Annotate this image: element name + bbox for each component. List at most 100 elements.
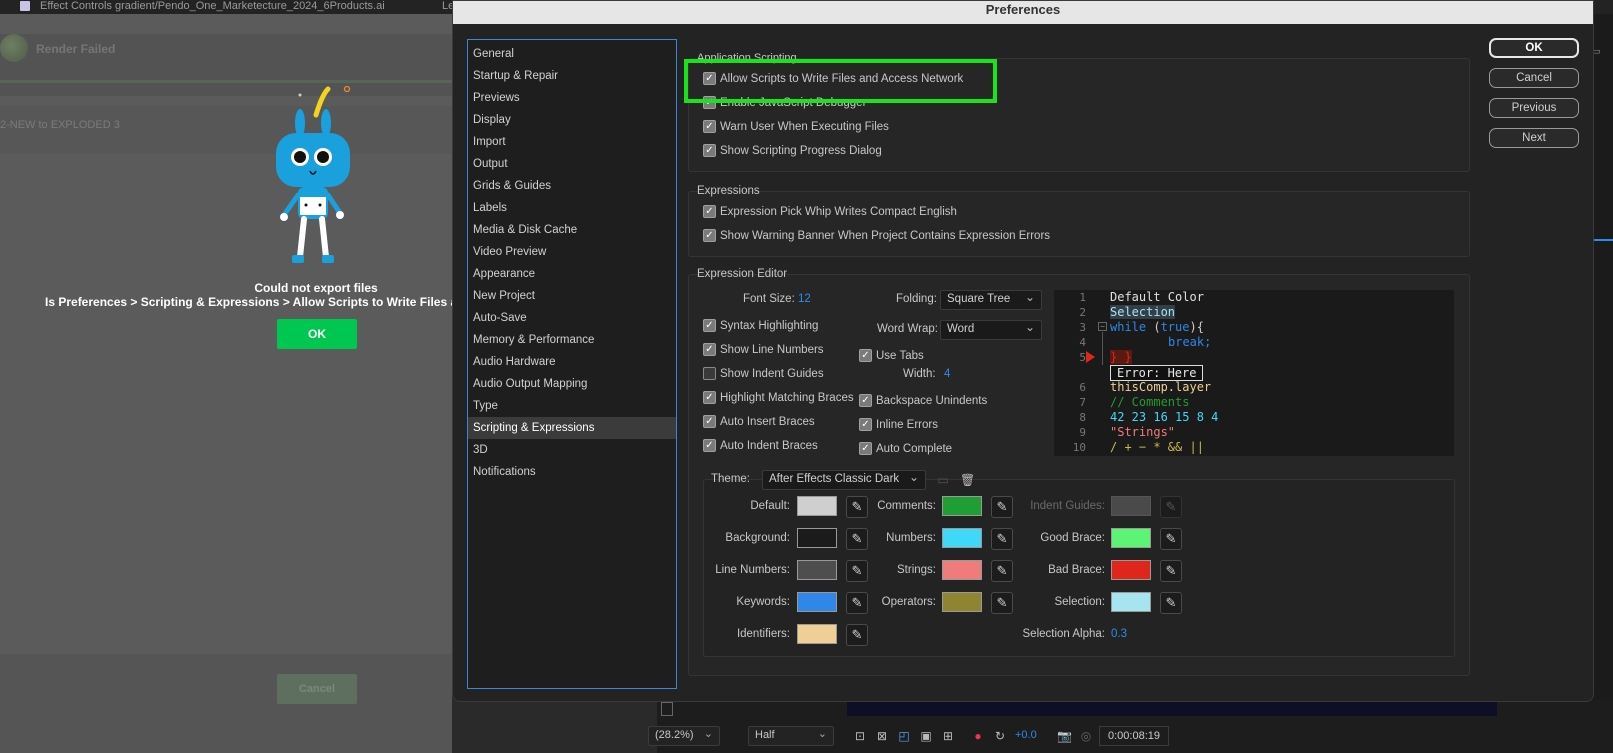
auto-complete-checkbox[interactable]: ✓ Auto Complete <box>859 442 952 455</box>
eyedropper-icon[interactable]: ✎ <box>846 528 868 550</box>
eyedropper-icon[interactable]: ✎ <box>846 624 868 646</box>
warning-banner-checkbox[interactable]: ✓ Show Warning Banner When Project Contai… <box>703 229 1050 242</box>
nav-item-general[interactable]: General <box>468 43 676 65</box>
show-indent-guides-checkbox[interactable]: Show Indent Guides <box>703 367 824 380</box>
backspace-unindents-checkbox[interactable]: ✓ Backspace Unindents <box>859 394 987 407</box>
nav-item-video-preview[interactable]: Video Preview <box>468 241 676 263</box>
eyedropper-icon[interactable]: ✎ <box>1160 560 1182 582</box>
warn-user-checkbox[interactable]: ✓ Warn User When Executing Files <box>703 120 889 133</box>
expression-preview: 1 2 3 4 5 6 7 8 9 10 − Default Color Sel… <box>1054 290 1454 456</box>
show-snapshot-icon[interactable]: ◎ <box>1079 729 1093 743</box>
nav-item-notifications[interactable]: Notifications <box>468 461 676 483</box>
eyedropper-icon[interactable]: ✎ <box>991 528 1013 550</box>
nav-item-output[interactable]: Output <box>468 153 676 175</box>
eyedropper-icon[interactable]: ✎ <box>846 496 868 518</box>
grid-guides-icon[interactable]: ⊞ <box>941 729 955 743</box>
nav-item-3d[interactable]: 3D <box>468 439 676 461</box>
eyedropper-icon[interactable]: ✎ <box>846 592 868 614</box>
nav-item-startup-repair[interactable]: Startup & Repair <box>468 65 676 87</box>
nav-item-new-project[interactable]: New Project <box>468 285 676 307</box>
eyedropper-icon[interactable]: ✎ <box>1160 528 1182 550</box>
expressions-group <box>688 191 1470 257</box>
export-ok-button[interactable]: OK <box>277 319 357 349</box>
folding-dropdown[interactable]: Square Tree <box>940 290 1042 310</box>
good-brace-color-label: Good Brace: <box>1040 532 1105 544</box>
nav-item-labels[interactable]: Labels <box>468 197 676 219</box>
strings-color-swatch[interactable] <box>942 560 982 580</box>
eyedropper-icon[interactable]: ✎ <box>1160 592 1182 614</box>
eyedropper-icon[interactable]: ✎ <box>846 560 868 582</box>
region-of-interest-icon[interactable]: ▣ <box>919 729 933 743</box>
auto-insert-braces-checkbox[interactable]: ✓ Auto Insert Braces <box>703 415 815 428</box>
eyedropper-icon[interactable]: ✎ <box>991 560 1013 582</box>
cancel-export-button[interactable]: Cancel <box>277 674 357 704</box>
word-wrap-label: Word Wrap: <box>877 323 938 335</box>
nav-item-type[interactable]: Type <box>468 395 676 417</box>
bad-brace-color-swatch[interactable] <box>1111 560 1151 580</box>
keywords-color-swatch[interactable] <box>797 592 837 612</box>
nav-item-previews[interactable]: Previews <box>468 87 676 109</box>
indent-guides-color-label: Indent Guides: <box>1030 500 1105 512</box>
operators-color-swatch[interactable] <box>942 592 982 612</box>
previous-button[interactable]: Previous <box>1489 98 1579 118</box>
timecode-display[interactable]: 0:00:08:19 <box>1099 726 1169 746</box>
selection-alpha-value[interactable]: 0.3 <box>1111 628 1127 640</box>
use-tabs-checkbox[interactable]: ✓ Use Tabs <box>859 349 924 362</box>
nav-item-appearance[interactable]: Appearance <box>468 263 676 285</box>
identifiers-color-swatch[interactable] <box>797 624 837 644</box>
save-theme-icon[interactable]: ▭ <box>936 473 950 487</box>
nav-item-display[interactable]: Display <box>468 109 676 131</box>
viewer-corner-icon <box>661 702 673 716</box>
checkmark-icon: ✓ <box>703 343 716 356</box>
inline-errors-checkbox[interactable]: ✓ Inline Errors <box>859 418 938 431</box>
default-color-swatch[interactable] <box>797 496 837 516</box>
snapshot-icon[interactable]: 📷 <box>1057 729 1072 743</box>
resolution-dropdown[interactable]: Half <box>748 726 834 746</box>
selection-color-swatch[interactable] <box>1111 592 1151 612</box>
nav-item-memory-performance[interactable]: Memory & Performance <box>468 329 676 351</box>
progress-line <box>0 80 452 83</box>
channel-icon[interactable]: ● <box>971 729 985 743</box>
line-numbers-color-swatch[interactable] <box>797 560 837 580</box>
enable-debugger-checkbox[interactable]: ✓ Enable JavaScript Debugger <box>703 96 866 109</box>
width-value[interactable]: 4 <box>944 368 950 380</box>
word-wrap-dropdown[interactable]: Word <box>940 320 1042 340</box>
checkmark-icon: ✓ <box>703 120 716 133</box>
font-size-value[interactable]: 12 <box>798 293 811 305</box>
eyedropper-icon[interactable]: ✎ <box>991 496 1013 518</box>
bad-brace-color-label: Bad Brace: <box>1048 564 1105 576</box>
fold-toggle-icon[interactable]: − <box>1098 322 1107 331</box>
show-line-numbers-checkbox[interactable]: ✓ Show Line Numbers <box>703 343 824 356</box>
nav-item-scripting-expressions[interactable]: Scripting & Expressions <box>468 417 676 439</box>
auto-indent-braces-checkbox[interactable]: ✓ Auto Indent Braces <box>703 439 818 452</box>
transparency-grid-icon[interactable]: ⊠ <box>875 729 889 743</box>
nav-item-auto-save[interactable]: Auto-Save <box>468 307 676 329</box>
allow-scripts-checkbox[interactable]: ✓ Allow Scripts to Write Files and Access… <box>703 72 963 85</box>
numbers-color-swatch[interactable] <box>942 528 982 548</box>
good-brace-color-swatch[interactable] <box>1111 528 1151 548</box>
nav-item-audio-output-mapping[interactable]: Audio Output Mapping <box>468 373 676 395</box>
trash-icon[interactable]: 🗑 <box>960 473 975 487</box>
mask-visibility-icon[interactable]: ◰ <box>897 729 911 743</box>
zoom-dropdown[interactable]: (28.2%) <box>648 726 720 746</box>
selection-color-label: Selection: <box>1054 596 1105 608</box>
ok-button[interactable]: OK <box>1489 38 1579 58</box>
show-progress-checkbox[interactable]: ✓ Show Scripting Progress Dialog <box>703 144 882 157</box>
cancel-button[interactable]: Cancel <box>1489 68 1579 88</box>
fast-preview-icon[interactable]: ⊡ <box>853 729 867 743</box>
next-button[interactable]: Next <box>1489 128 1579 148</box>
comments-color-swatch[interactable] <box>942 496 982 516</box>
exposure-value[interactable]: +0.0 <box>1015 729 1037 741</box>
pick-whip-checkbox[interactable]: ✓ Expression Pick Whip Writes Compact Eng… <box>703 205 957 218</box>
theme-dropdown[interactable]: After Effects Classic Dark <box>762 470 926 490</box>
nav-item-grids-guides[interactable]: Grids & Guides <box>468 175 676 197</box>
nav-item-import[interactable]: Import <box>468 131 676 153</box>
background-color-swatch[interactable] <box>797 528 837 548</box>
eyedropper-icon[interactable]: ✎ <box>991 592 1013 614</box>
reset-exposure-icon[interactable]: ↻ <box>993 729 1007 743</box>
selection-alpha-label: Selection Alpha: <box>1022 628 1105 640</box>
highlight-matching-braces-checkbox[interactable]: ✓ Highlight Matching Braces <box>703 391 854 404</box>
nav-item-media-disk-cache[interactable]: Media & Disk Cache <box>468 219 676 241</box>
nav-item-audio-hardware[interactable]: Audio Hardware <box>468 351 676 373</box>
syntax-highlighting-checkbox[interactable]: ✓ Syntax Highlighting <box>703 319 818 332</box>
